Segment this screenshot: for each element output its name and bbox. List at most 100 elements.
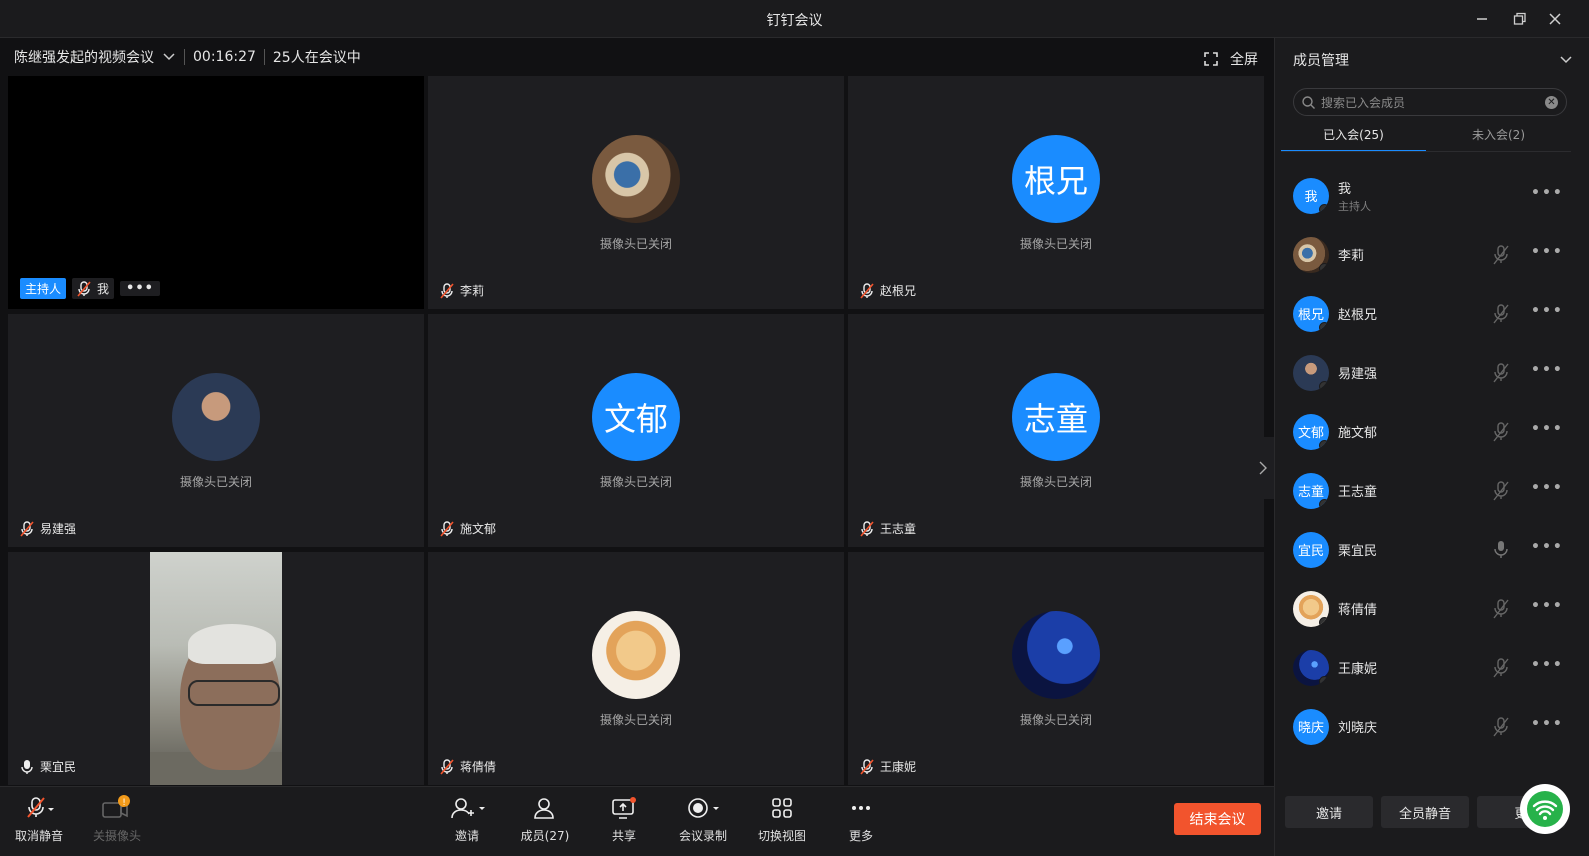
mic-muted-icon[interactable] (1493, 658, 1509, 682)
mic-muted-icon[interactable] (1493, 245, 1509, 269)
grid-view-icon (772, 798, 792, 818)
mic-muted-icon (440, 520, 454, 537)
tile-name-row: 王志童 (860, 520, 916, 537)
list-item[interactable]: 蒋倩倩 ••• (1275, 579, 1589, 638)
members-label: 成员(27) (520, 829, 570, 843)
mic-muted-icon (860, 282, 874, 299)
member-name: 施文郁 (1338, 426, 1378, 441)
unmute-label: 取消静音 (14, 829, 63, 843)
list-item[interactable]: 王康妮 ••• (1275, 638, 1589, 697)
member-search-input[interactable]: 搜索已入会成员 ✕ (1293, 88, 1567, 116)
members-panel: 成员管理 搜索已入会成员 ✕ 已入会(25) 未入会(2) 我 我 主持人 ••… (1274, 38, 1589, 856)
close-button[interactable] (1543, 8, 1567, 30)
camera-off-label: 摄像头已关闭 (1019, 475, 1092, 489)
video-tile[interactable]: 摄像头已关闭 李莉 (428, 76, 844, 309)
tile-name-box: 我 (72, 278, 115, 299)
share-label: 共享 (611, 829, 636, 843)
list-item[interactable]: 易建强 ••• (1275, 343, 1589, 402)
tile-name: 赵根兄 (880, 284, 917, 298)
tile-name: 栗宜民 (40, 760, 77, 774)
fullscreen-button[interactable]: 全屏 (1204, 49, 1258, 69)
mic-muted-icon[interactable] (1493, 717, 1509, 741)
avatar: 根兄 (1293, 295, 1329, 332)
member-more-button[interactable]: ••• (1531, 185, 1564, 201)
video-tile[interactable]: 文郁 摄像头已关闭 施文郁 (428, 314, 844, 547)
mic-muted-icon[interactable] (1493, 481, 1509, 505)
end-meeting-button[interactable]: 结束会议 (1174, 803, 1261, 835)
tab-joined[interactable]: 已入会(25) (1281, 124, 1426, 152)
member-more-button[interactable]: ••• (1531, 362, 1564, 378)
list-item[interactable]: 我 我 主持人 ••• (1275, 166, 1589, 225)
video-tile[interactable]: 根兄 摄像头已关闭 赵根兄 (848, 76, 1264, 309)
mic-muted-icon[interactable] (1493, 304, 1509, 328)
add-user-icon (451, 798, 485, 819)
member-more-button[interactable]: ••• (1531, 480, 1564, 496)
minimize-button[interactable] (1470, 8, 1494, 30)
chevron-down-icon (163, 53, 175, 61)
mic-icon[interactable] (1493, 540, 1509, 564)
tile-name: 施文郁 (460, 522, 497, 536)
mic-muted-icon[interactable] (1493, 422, 1509, 446)
clear-search-icon[interactable]: ✕ (1545, 95, 1558, 109)
list-item[interactable]: 晓庆 刘晓庆 ••• (1275, 697, 1589, 756)
more-icon (852, 806, 870, 810)
panel-invite-button[interactable]: 邀请 (1285, 796, 1373, 828)
tile-more-button[interactable]: ••• (120, 281, 160, 296)
unmute-button[interactable]: 取消静音 (4, 795, 74, 844)
list-item[interactable]: 根兄 赵根兄 ••• (1275, 284, 1589, 343)
tile-name-row: 李莉 (440, 282, 484, 299)
avatar: 文郁 (1293, 413, 1329, 450)
mic-muted-icon (860, 520, 874, 537)
mic-muted-icon (20, 520, 34, 537)
camera-off-label: 摄像头已关闭 (599, 713, 672, 727)
meeting-title: 陈继强发起的视频会议 (14, 50, 154, 66)
camera-button[interactable]: ! 关摄像头 (82, 795, 152, 844)
tab-divider (1281, 151, 1571, 152)
network-status-button[interactable] (1520, 784, 1570, 834)
avatar (1293, 649, 1329, 686)
member-more-button[interactable]: ••• (1531, 716, 1564, 732)
member-more-button[interactable]: ••• (1531, 539, 1564, 555)
member-name: 易建强 (1338, 367, 1378, 382)
record-button[interactable]: 会议录制 (668, 795, 738, 844)
video-tile[interactable]: 主持人 我 ••• (8, 76, 424, 309)
member-more-button[interactable]: ••• (1531, 244, 1564, 260)
list-item[interactable]: 宜民 栗宜民 ••• (1275, 520, 1589, 579)
video-tile[interactable]: 栗宜民 (8, 552, 424, 785)
invite-button[interactable]: 邀请 (432, 795, 502, 844)
list-item[interactable]: 李莉 ••• (1275, 225, 1589, 284)
chevron-down-icon (1560, 56, 1572, 64)
share-button[interactable]: 共享 (589, 795, 659, 844)
member-more-button[interactable]: ••• (1531, 303, 1564, 319)
video-tile[interactable]: 志童 摄像头已关闭 王志童 (848, 314, 1264, 547)
member-more-button[interactable]: ••• (1531, 657, 1564, 673)
list-item[interactable]: 志童 王志童 ••• (1275, 461, 1589, 520)
video-tile[interactable]: 摄像头已关闭 蒋倩倩 (428, 552, 844, 785)
tile-name-row: 栗宜民 (20, 758, 76, 775)
next-page-button[interactable] (1252, 437, 1274, 499)
meeting-title-dropdown[interactable]: 陈继强发起的视频会议 (14, 47, 176, 67)
avatar: 我 (1293, 177, 1329, 214)
mic-muted-icon[interactable] (1493, 599, 1509, 623)
member-more-button[interactable]: ••• (1531, 421, 1564, 437)
member-name: 蒋倩倩 (1338, 603, 1378, 618)
member-name: 王康妮 (1338, 662, 1378, 677)
members-button[interactable]: 成员(27) (510, 795, 580, 844)
video-tile[interactable]: 摄像头已关闭 易建强 (8, 314, 424, 547)
mic-muted-icon[interactable] (1493, 363, 1509, 387)
tab-not-joined[interactable]: 未入会(2) (1426, 124, 1571, 152)
divider (184, 49, 185, 65)
video-tile[interactable]: 摄像头已关闭 王康妮 (848, 552, 1264, 785)
more-button[interactable]: 更多 (826, 795, 896, 844)
member-more-button[interactable]: ••• (1531, 598, 1564, 614)
fullscreen-label: 全屏 (1230, 52, 1258, 68)
panel-collapse-button[interactable] (1559, 50, 1573, 69)
tile-name-row: 蒋倩倩 (440, 758, 496, 775)
restore-button[interactable] (1508, 8, 1532, 30)
tile-name-row: 赵根兄 (860, 282, 916, 299)
chevron-right-icon (1259, 461, 1267, 475)
list-item[interactable]: 文郁 施文郁 ••• (1275, 402, 1589, 461)
switch-view-button[interactable]: 切换视图 (747, 795, 817, 844)
mute-all-button[interactable]: 全员静音 (1381, 796, 1469, 828)
mic-muted-icon (27, 797, 54, 818)
